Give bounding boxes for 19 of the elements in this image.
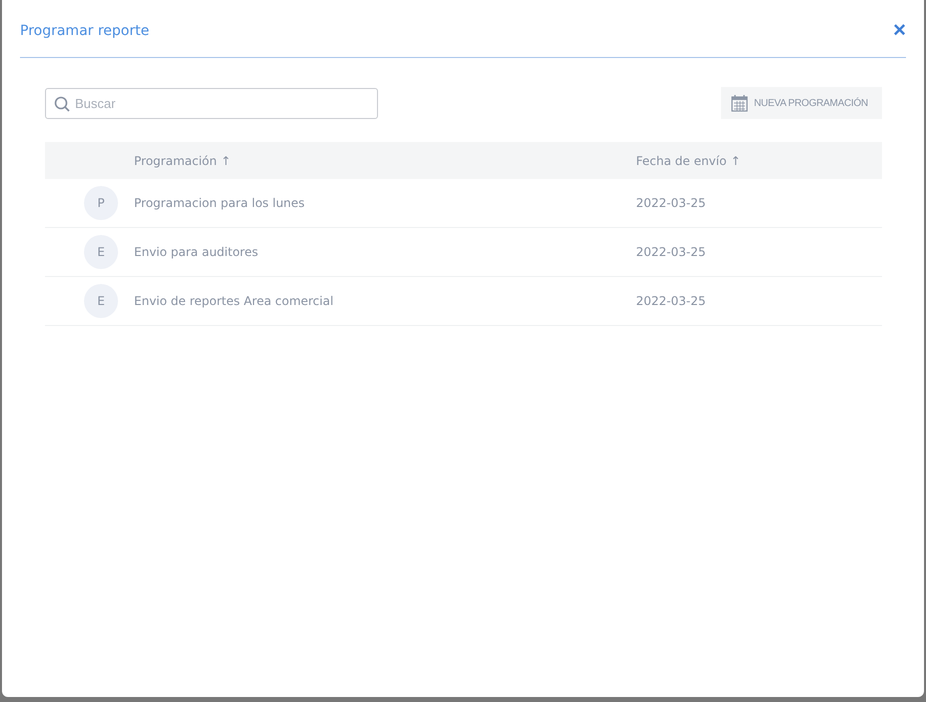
table-cell: Envio para auditores [134,245,258,259]
table-cell: 2022-03-25 [636,294,706,308]
table-cell: Envio de reportes Area comercial [134,294,334,308]
search-icon [54,96,70,112]
table-cell: 2022-03-25 [636,196,706,210]
close-button[interactable]: × [893,18,906,40]
new-schedule-button[interactable]: NUEVA PROGRAMACIÓN [721,87,882,119]
table-cell: Programacion para los lunes [134,196,305,210]
initial-avatar: E [84,284,118,318]
sort-arrow[interactable]: ↑ [220,154,231,168]
table-cell: 2022-03-25 [636,245,706,259]
initial-avatar: P [84,186,118,220]
column-header[interactable]: Programación [134,154,217,168]
search-field[interactable]: Buscar [45,88,378,118]
initial-avatar: E [84,235,118,269]
column-header[interactable]: Fecha de envío [636,154,727,168]
sort-arrow[interactable]: ↑ [730,154,741,168]
dialog-title: Programar reporte [20,22,150,38]
calendar-icon [731,94,748,112]
